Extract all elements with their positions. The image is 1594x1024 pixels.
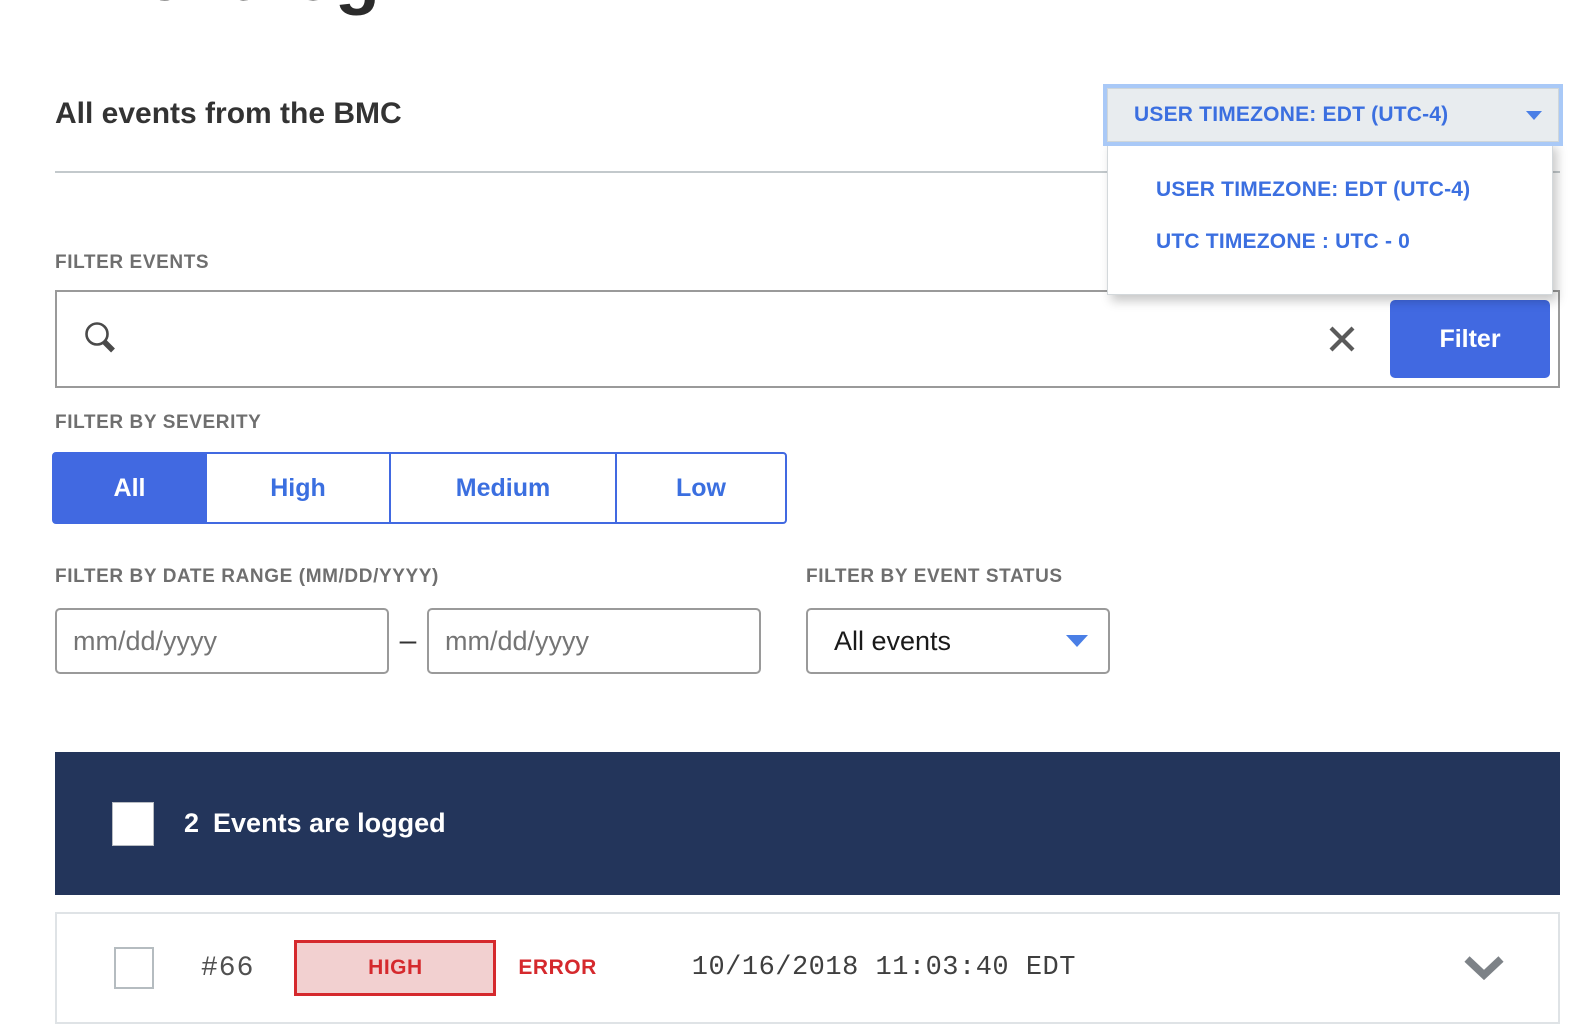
results-count: 2 bbox=[184, 808, 200, 838]
event-status-value: All events bbox=[834, 625, 952, 656]
row-checkbox[interactable] bbox=[114, 947, 154, 989]
chevron-down-icon bbox=[1066, 635, 1088, 647]
timezone-dropdown-toggle[interactable]: USER TIMEZONE: EDT (UTC-4) bbox=[1103, 84, 1563, 146]
close-icon[interactable] bbox=[1312, 309, 1372, 369]
severity-option-high[interactable]: High bbox=[205, 452, 391, 524]
timezone-selected-label: USER TIMEZONE: EDT (UTC-4) bbox=[1134, 103, 1449, 126]
date-start-input[interactable] bbox=[55, 608, 389, 674]
date-range-row: – bbox=[55, 608, 761, 674]
filter-event-status-label: FILTER BY EVENT STATUS bbox=[806, 566, 1063, 587]
event-timestamp: 10/16/2018 11:03:40 EDT bbox=[691, 953, 1076, 983]
results-summary-text: 2 Events are logged bbox=[184, 808, 446, 839]
timezone-option-user[interactable]: USER TIMEZONE: EDT (UTC-4) bbox=[1108, 164, 1552, 216]
search-input[interactable] bbox=[134, 292, 1312, 386]
date-end-input[interactable] bbox=[427, 608, 761, 674]
timezone-dropdown-menu: USER TIMEZONE: EDT (UTC-4) UTC TIMEZONE … bbox=[1107, 141, 1553, 295]
search-icon bbox=[82, 320, 120, 358]
filter-date-range-label: FILTER BY DATE RANGE (MM/DD/YYYY) bbox=[55, 566, 439, 587]
page-title: Event log bbox=[55, 0, 380, 12]
chevron-down-icon bbox=[1526, 110, 1542, 120]
event-type: ERROR bbox=[518, 956, 597, 979]
event-status-select[interactable]: All events bbox=[806, 608, 1110, 674]
event-log-page: Event log All events from the BMC USER T… bbox=[0, 0, 1594, 1024]
filter-severity-label: FILTER BY SEVERITY bbox=[55, 412, 262, 433]
severity-option-all[interactable]: All bbox=[52, 452, 207, 524]
results-summary-bar: 2 Events are logged bbox=[55, 752, 1560, 895]
select-all-checkbox[interactable] bbox=[112, 801, 154, 846]
results-label: Events are logged bbox=[213, 808, 446, 838]
date-range-separator: – bbox=[399, 624, 417, 657]
filter-submit-button[interactable]: Filter bbox=[1390, 300, 1550, 378]
severity-option-medium[interactable]: Medium bbox=[389, 452, 617, 524]
search-box: Filter bbox=[55, 290, 1560, 388]
section-heading: All events from the BMC bbox=[55, 97, 402, 130]
status-badge: HIGH bbox=[294, 940, 497, 996]
event-id: #66 bbox=[201, 952, 255, 984]
table-row[interactable]: #66 HIGH ERROR 10/16/2018 11:03:40 EDT bbox=[55, 912, 1560, 1024]
severity-option-low[interactable]: Low bbox=[615, 452, 787, 524]
timezone-option-utc[interactable]: UTC TIMEZONE : UTC - 0 bbox=[1108, 216, 1552, 268]
chevron-down-icon[interactable] bbox=[1462, 953, 1506, 983]
timezone-dropdown: USER TIMEZONE: EDT (UTC-4) USER TIMEZONE… bbox=[1103, 84, 1563, 295]
filter-events-label: FILTER EVENTS bbox=[55, 252, 210, 273]
severity-button-group: All High Medium Low bbox=[52, 452, 787, 524]
